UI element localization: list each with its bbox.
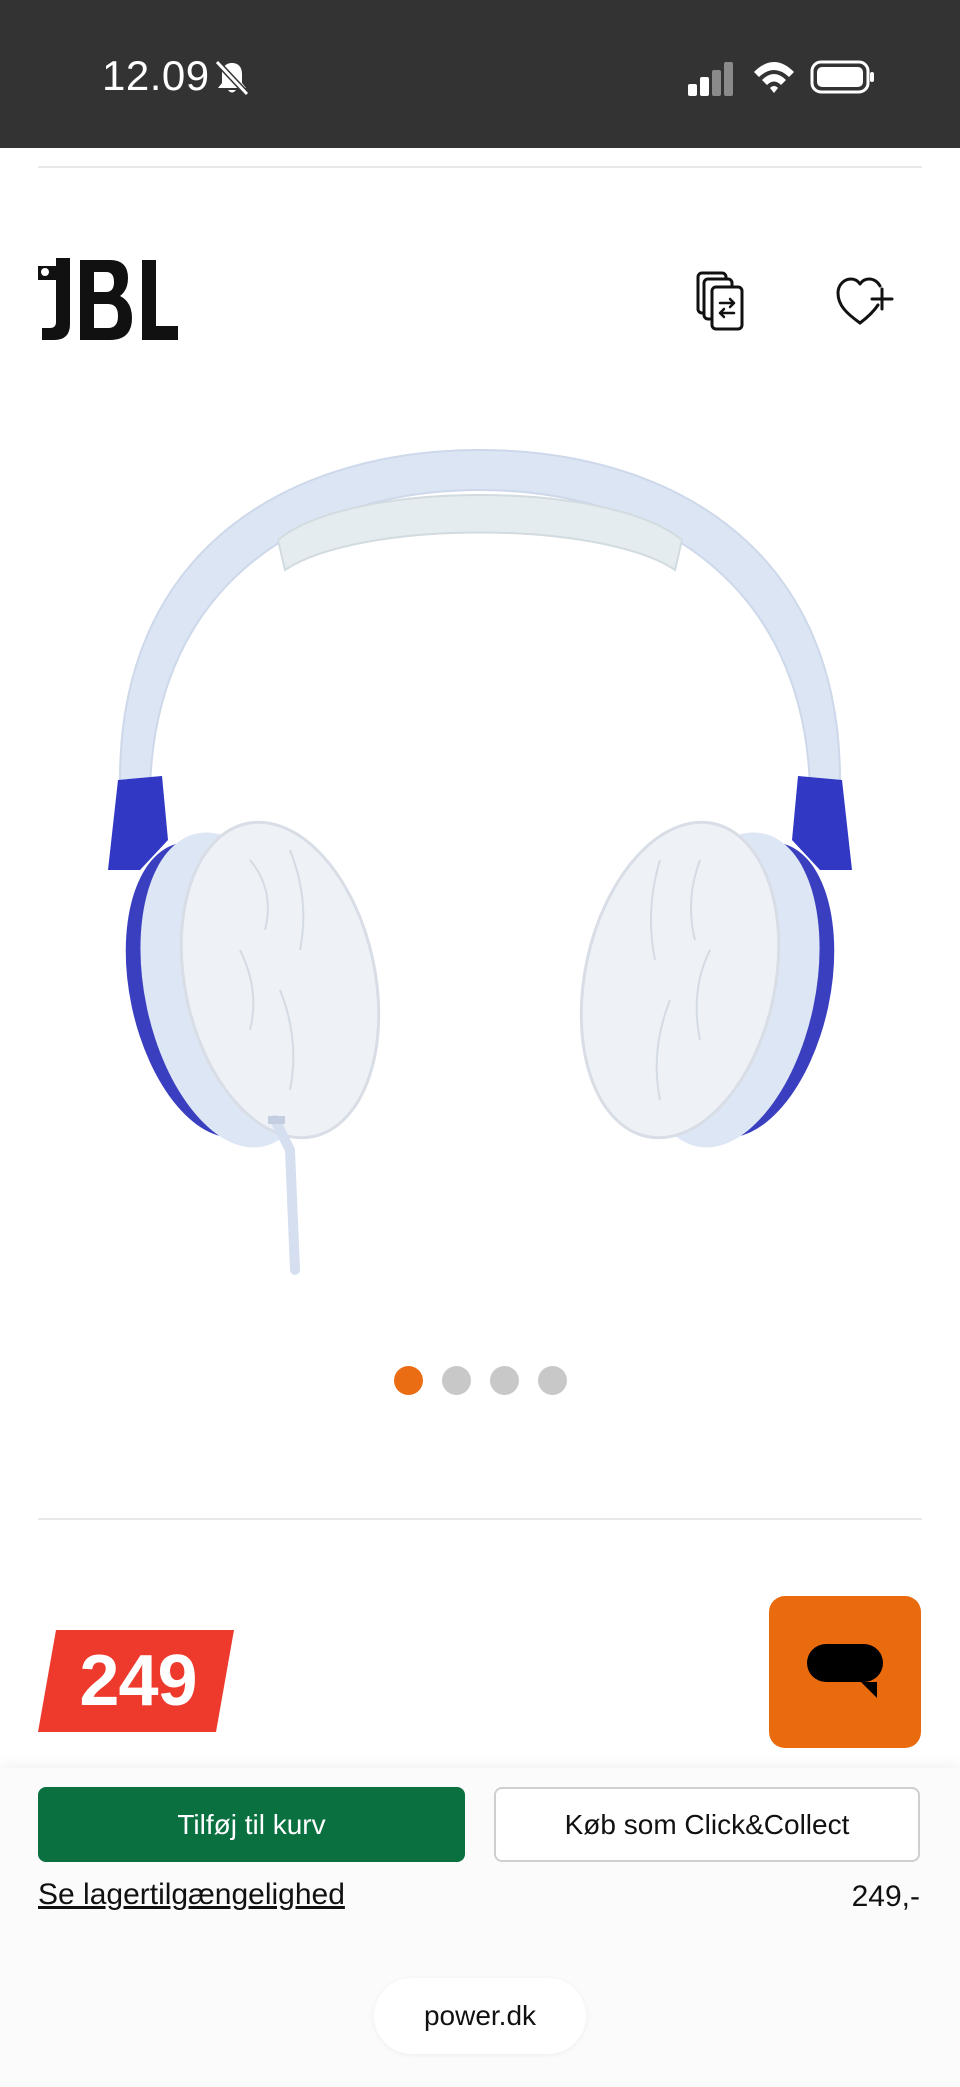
jbl-logo[interactable]	[38, 258, 180, 342]
section-divider	[38, 1518, 922, 1520]
bell-off-icon	[214, 59, 250, 97]
wifi-icon	[754, 62, 794, 93]
status-time: 12.09	[102, 52, 210, 99]
click-collect-button[interactable]: Køb som Click&Collect	[494, 1787, 920, 1862]
carousel-dot[interactable]	[489, 1366, 519, 1395]
carousel-dot[interactable]	[393, 1366, 423, 1395]
top-divider	[38, 166, 922, 168]
price-tag: 249	[38, 1630, 234, 1732]
battery-icon	[810, 60, 874, 94]
stock-availability-link[interactable]: Se lagertilgængelighed	[38, 1878, 345, 1912]
signal-icon	[688, 62, 733, 96]
carousel-dots	[0, 1366, 960, 1398]
compare-button[interactable]	[682, 262, 762, 342]
status-bar: 12.09	[0, 0, 960, 148]
browser-url-bar[interactable]: power.dk	[374, 1978, 586, 2054]
headphones-image[interactable]	[100, 430, 860, 1280]
url-text: power.dk	[423, 2000, 537, 2031]
carousel-dot[interactable]	[537, 1366, 567, 1395]
compare-icon	[696, 271, 744, 331]
add-to-cart-button[interactable]: Tilføj til kurv	[38, 1787, 465, 1862]
chat-button[interactable]	[769, 1596, 921, 1748]
bottom-price: 249,-	[851, 1880, 920, 1913]
price-tag-value: 249	[79, 1641, 197, 1721]
wishlist-button[interactable]	[824, 262, 904, 342]
heart-plus-icon	[836, 277, 894, 325]
carousel-dot[interactable]	[441, 1366, 471, 1395]
chat-bubble-icon	[807, 1644, 883, 1698]
